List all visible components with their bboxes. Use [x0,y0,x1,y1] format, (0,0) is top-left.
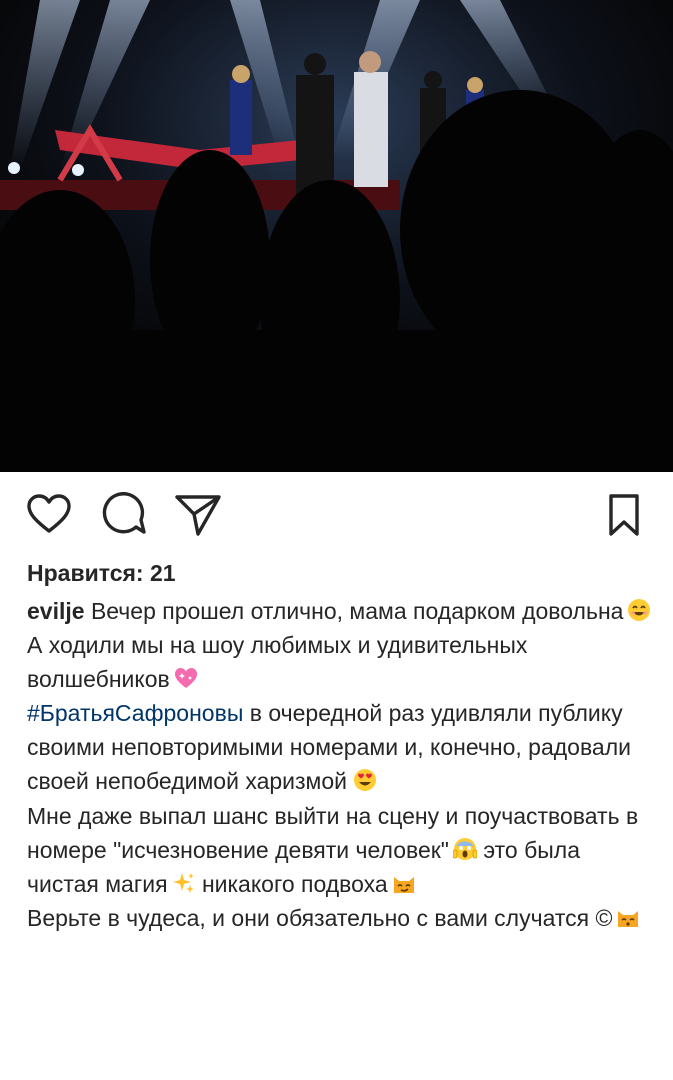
sparkles-emoji [172,870,196,894]
kissing-cat-emoji [616,904,640,928]
share-icon[interactable] [174,492,222,543]
comment-icon[interactable] [101,492,147,543]
heart-eyes-emoji [353,767,377,792]
caption-text: Верьте в чудеса, и они обязательно с вам… [27,904,613,931]
post-caption: evilje Вечер прошел отлично, мама подарк… [27,594,652,935]
screaming-face-emoji [452,836,478,860]
smirking-cat-emoji [392,870,416,894]
caption-text: никакого подвоха [201,870,388,897]
caption-line: Верьте в чудеса, и они обязательно с вам… [27,901,652,935]
caption-line: #БратьяСафроновы в очередной раз удивлял… [27,696,652,798]
sparkling-heart-emoji [174,665,198,689]
heart-icon[interactable] [26,492,72,543]
smiling-face-emoji [627,597,651,621]
caption-line: А ходили мы на шоу любимых и удивительны… [27,628,652,696]
caption-line: Мне даже выпал шанс выйти на сцену и поу… [27,799,652,901]
likes-count[interactable]: Нравится: 21 [27,560,176,587]
post-photo[interactable] [0,0,673,472]
caption-text: А ходили мы на шоу любимых и удивительны… [27,632,528,693]
post-action-bar [0,472,673,560]
username-link[interactable]: evilje [27,598,85,624]
hashtag-link[interactable]: #БратьяСафроновы [27,700,243,726]
caption-text: Вечер прошел отлично, мама подарком дово… [90,598,624,624]
caption-line: evilje Вечер прошел отлично, мама подарк… [27,594,652,628]
bookmark-icon[interactable] [606,492,642,543]
